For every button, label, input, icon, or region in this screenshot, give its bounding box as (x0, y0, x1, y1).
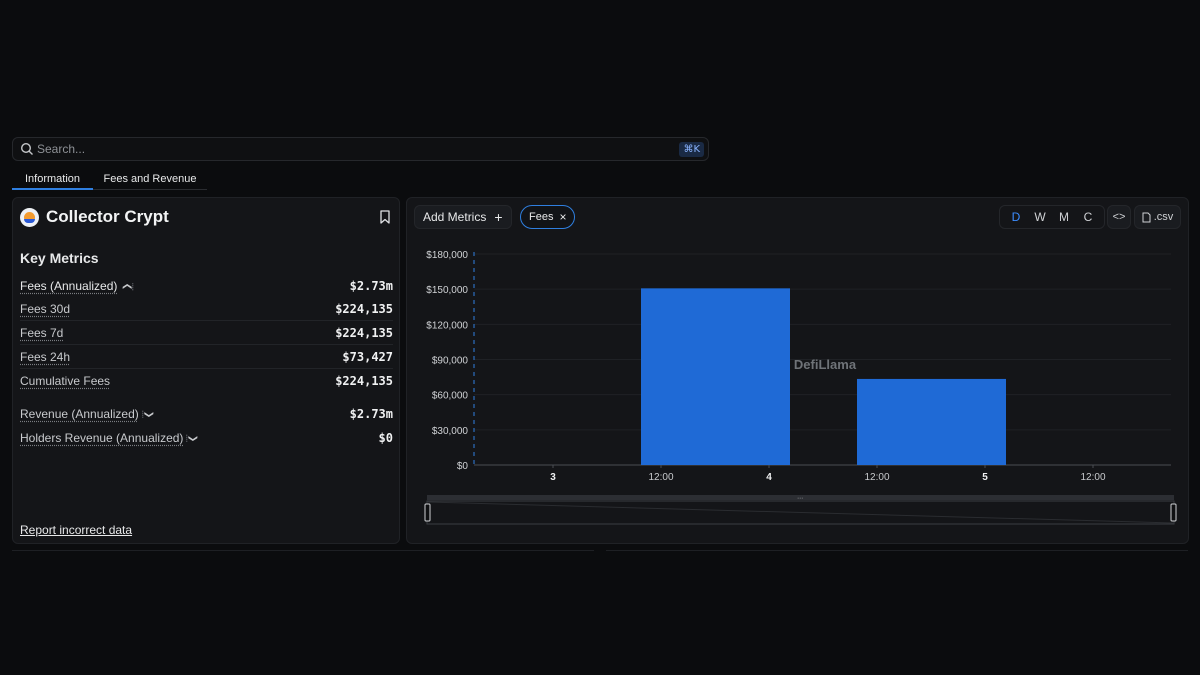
y-tick-label: $90,000 (432, 356, 469, 367)
zoom-preview-line (426, 501, 1175, 524)
metric-row-fees-30d: Fees 30d $224,135 (20, 297, 393, 321)
metric-value: $0 (378, 431, 393, 445)
chevron-down-icon: ❯ (188, 434, 199, 442)
x-tick-label: 5 (982, 472, 988, 483)
x-tick-label: 3 (550, 472, 556, 483)
tab-fees-and-revenue[interactable]: Fees and Revenue (93, 170, 207, 189)
metric-row-cumulative-fees: Cumulative Fees $224,135 (20, 369, 393, 393)
bar-4[interactable] (641, 288, 790, 465)
section-divider (12, 550, 594, 551)
metric-label: Revenue (Annualized) (20, 407, 139, 421)
metric-label: Cumulative Fees (20, 374, 111, 388)
metric-value: $2.73m (349, 279, 393, 293)
report-incorrect-data-link[interactable]: Report incorrect data (20, 523, 132, 537)
chevron-up-icon: ❯ (121, 282, 132, 290)
metric-value: $73,427 (342, 349, 393, 364)
chart-bars[interactable] (641, 288, 1006, 465)
metric-value: $224,135 (335, 301, 393, 316)
protocol-header: Collector Crypt (20, 207, 169, 227)
metric-row-revenue-annualized[interactable]: Revenue (Annualized) ❯ $2.73m (20, 402, 393, 426)
search-bar[interactable]: ⌘K (12, 137, 709, 161)
protocol-logo (20, 207, 39, 227)
x-tick-label: 12:00 (1080, 472, 1105, 483)
y-tick-label: $120,000 (426, 320, 468, 331)
metric-value: $224,135 (335, 374, 393, 388)
x-tick-label: 4 (766, 472, 772, 483)
metric-row-holders-revenue-annualized[interactable]: Holders Revenue (Annualized) ❯ $0 (20, 426, 393, 450)
y-axis: $0 $30,000 $60,000 $90,000 $120,000 $150,000 $… (426, 250, 468, 472)
watermark: DefiLlama (794, 357, 857, 372)
metric-label: Fees 7d (20, 325, 64, 340)
metric-row-fees-annualized[interactable]: Fees (Annualized) ❯ $2.73m (20, 274, 393, 298)
metric-row-fees-7d: Fees 7d $224,135 (20, 321, 393, 345)
search-icon (20, 142, 33, 155)
key-metrics-title: Key Metrics (20, 250, 99, 266)
search-input[interactable] (37, 138, 680, 160)
page-tabs: Information Fees and Revenue (12, 170, 207, 190)
zoom-handle-right[interactable] (1170, 503, 1177, 522)
y-tick-label: $180,000 (426, 250, 468, 261)
protocol-name: Collector Crypt (46, 207, 169, 226)
protocol-info-panel: Collector Crypt Key Metrics Fees (Annual… (12, 197, 400, 544)
metric-row-fees-24h: Fees 24h $73,427 (20, 345, 393, 369)
y-tick-label: $30,000 (432, 426, 469, 437)
section-divider (606, 550, 1188, 551)
metric-label: Fees 30d (20, 301, 71, 316)
fees-bar-chart: $0 $30,000 $60,000 $90,000 $120,000 $150,000 $… (424, 250, 1177, 525)
x-tick-label: 12:00 (864, 472, 889, 483)
search-shortcut-badge: ⌘K (679, 141, 704, 157)
x-axis: 3 12:00 4 12:00 5 12:00 (550, 465, 1106, 483)
metric-value: $224,135 (335, 325, 393, 340)
metric-label: Fees (Annualized) (20, 279, 118, 293)
metric-value: $2.73m (349, 407, 393, 421)
y-tick-label: $150,000 (426, 285, 468, 296)
x-tick-label: 12:00 (648, 472, 673, 483)
metric-label: Holders Revenue (Annualized) (20, 431, 184, 445)
zoom-handle-left[interactable] (424, 503, 431, 522)
bar-5[interactable] (857, 378, 1006, 465)
y-tick-label: $0 (457, 461, 469, 472)
zoom-slider[interactable]: ⋯ (424, 495, 1177, 525)
chart-panel: Add Metrics + Fees × D W M C <> .csv $0 $… (406, 197, 1189, 544)
y-tick-label: $60,000 (432, 391, 469, 402)
bookmark-icon[interactable] (379, 210, 391, 224)
tab-information[interactable]: Information (12, 170, 93, 190)
metric-label: Fees 24h (20, 349, 71, 364)
chevron-down-icon: ❯ (144, 410, 155, 418)
